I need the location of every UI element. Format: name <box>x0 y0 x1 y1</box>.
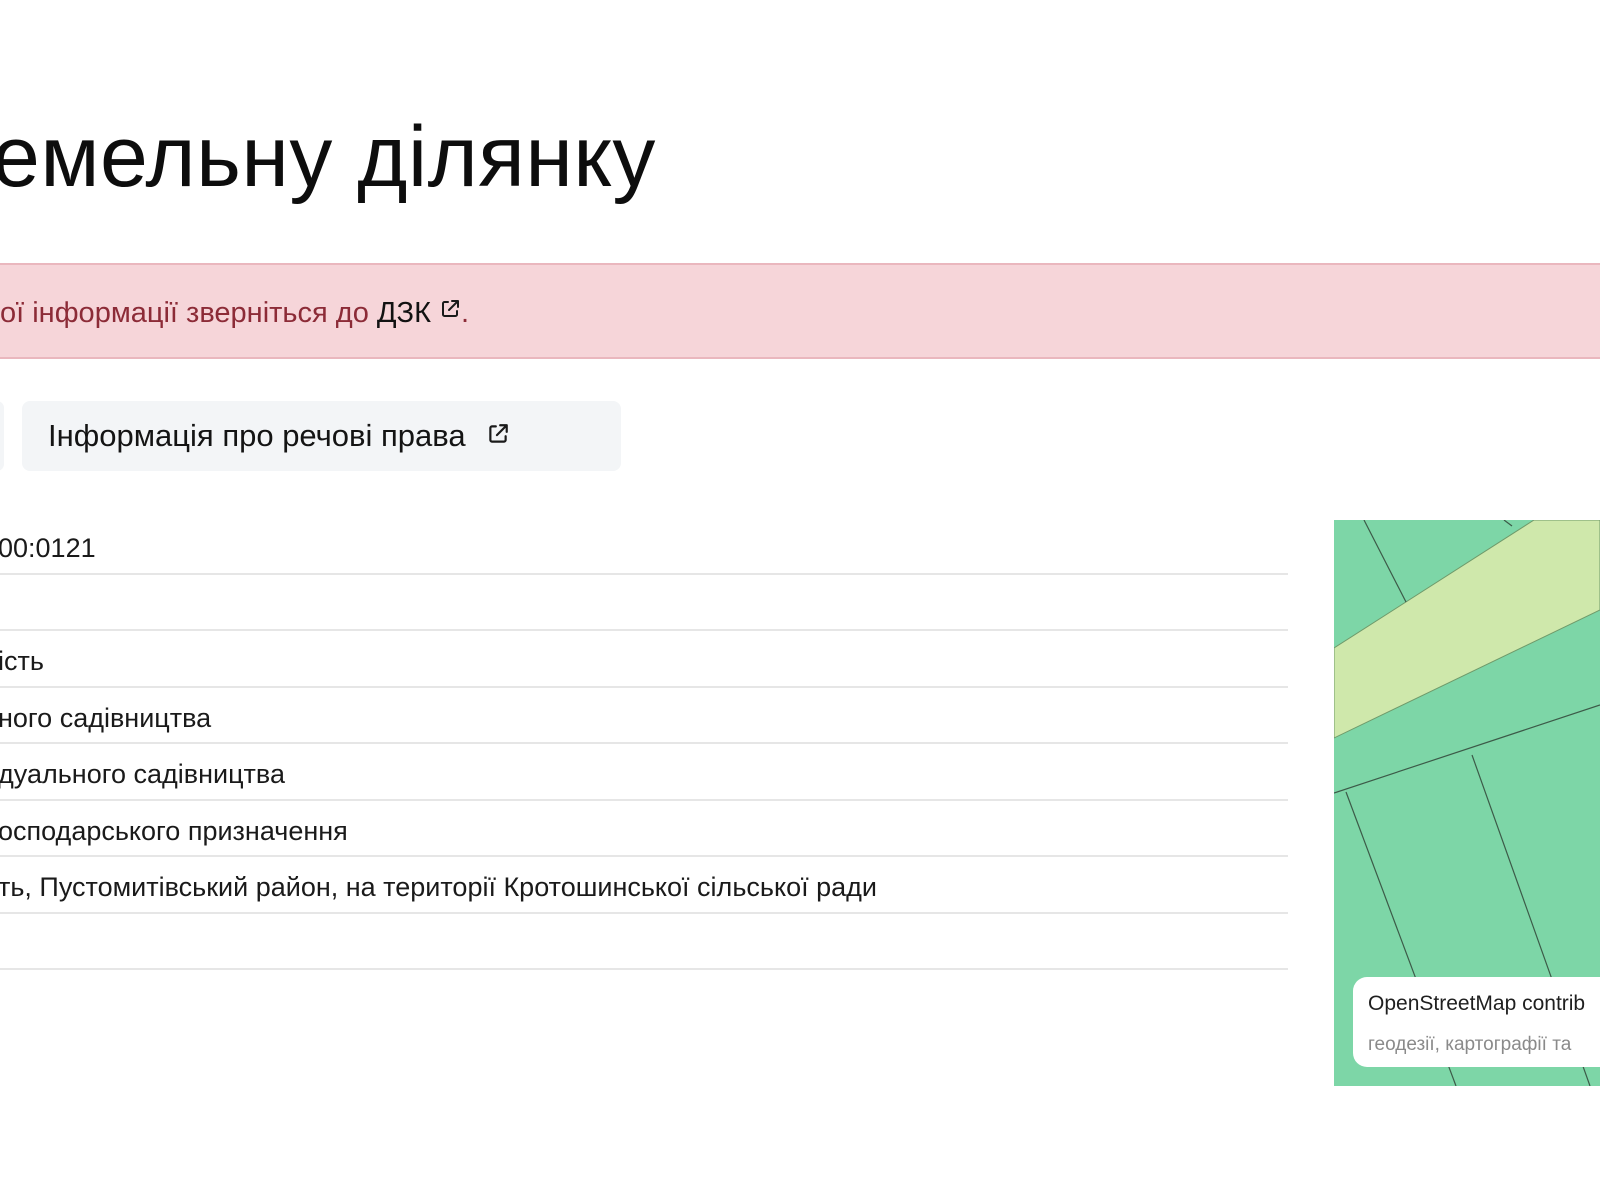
detail-row-address: ть, Пустомитівський район, на території … <box>0 857 1288 914</box>
detail-row-last <box>0 914 1288 970</box>
detail-row-land-category: осподарського призначення <box>0 801 1288 857</box>
detail-row-use: дуального садівництва <box>0 744 1288 801</box>
attribution-geodesy: геодезії, картографії та <box>1368 1034 1572 1055</box>
address-value: ть, Пустомитівський район, на території … <box>0 872 877 902</box>
ownership-value: ість <box>0 646 44 676</box>
error-alert: ої інформації зверніться до ДЗК. <box>0 263 1600 359</box>
external-link-icon[interactable] <box>439 295 461 328</box>
parcel-details-table: 00:0121 ість ного садівництва дуального … <box>0 518 1288 970</box>
page: емельну ділянку ої інформації зверніться… <box>0 0 1600 1200</box>
page-title: емельну ділянку <box>0 109 656 205</box>
property-rights-button[interactable]: Інформація про речові права <box>22 401 621 471</box>
purpose-value: ного садівництва <box>0 702 212 733</box>
map-attribution: OpenStreetMap contrib геодезії, картогра… <box>1353 977 1600 1067</box>
previous-action-button[interactable] <box>0 401 4 471</box>
dzk-link[interactable]: ДЗК <box>377 297 461 329</box>
detail-row-cadastral-number: 00:0121 <box>0 518 1288 575</box>
attribution-osm[interactable]: OpenStreetMap contrib <box>1368 992 1585 1016</box>
property-rights-label[interactable]: Інформація про речові права <box>48 418 466 454</box>
detail-row-purpose: ного садівництва <box>0 688 1288 744</box>
use-value: дуального садівництва <box>0 759 285 789</box>
detail-row-ownership: ість <box>0 631 1288 688</box>
external-link-icon[interactable] <box>486 418 510 454</box>
detail-row-empty <box>0 575 1288 631</box>
alert-text-before: ої інформації зверніться до <box>0 297 377 329</box>
alert-text-after: . <box>460 297 470 329</box>
cadastral-number-value: 00:0121 <box>0 533 96 563</box>
alert-message: ої інформації зверніться до ДЗК. <box>0 295 469 330</box>
land-category-value: осподарського призначення <box>0 815 348 846</box>
dzk-link-label[interactable]: ДЗК <box>377 297 431 329</box>
